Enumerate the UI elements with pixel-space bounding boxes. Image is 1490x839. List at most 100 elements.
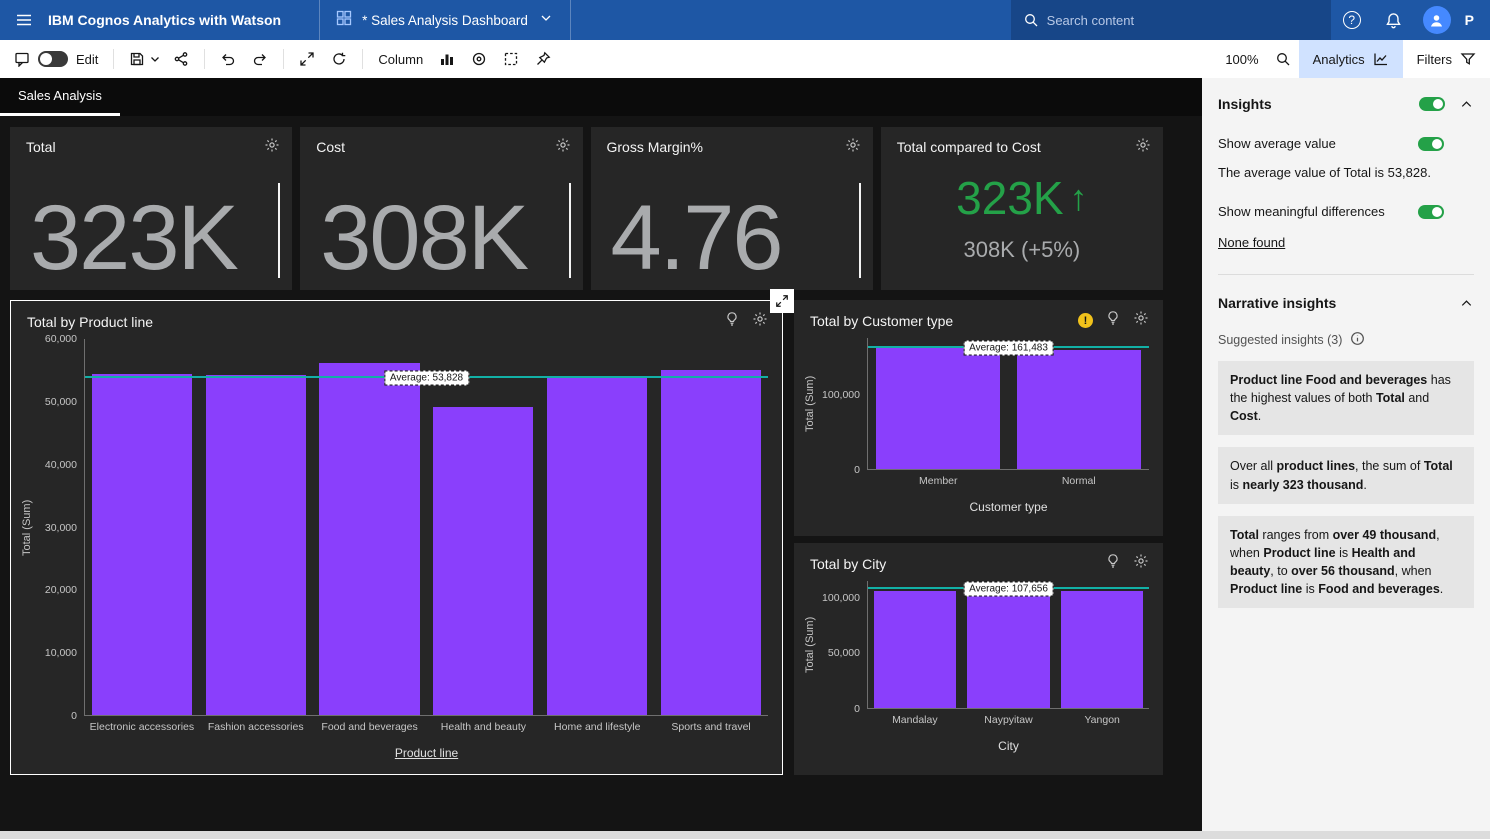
magnifier-icon (1276, 53, 1290, 66)
bar-member[interactable] (876, 346, 1001, 469)
x-axis-tick: Home and lifestyle (554, 721, 641, 733)
hamburger-icon (17, 14, 31, 26)
widget-total-by-city[interactable]: Total by City Total (Sum) 0 50,000 100,000… (794, 543, 1163, 775)
app-title: IBM Cognos Analytics with Watson (48, 12, 282, 28)
bar-slot (85, 339, 199, 715)
bar-electronic-accessories[interactable] (91, 374, 192, 715)
collapse-narrative-chevron-icon[interactable] (1459, 296, 1474, 311)
document-tab[interactable]: * Sales Analysis Dashboard (319, 0, 571, 40)
show-meaningful-toggle[interactable] (1418, 204, 1444, 219)
chart-header: Total by Product line (11, 301, 782, 334)
bar-food-and-beverages[interactable] (319, 363, 420, 715)
edit-mode-toggle[interactable] (38, 51, 68, 67)
bar-normal[interactable] (1016, 350, 1141, 469)
insights-bulb-icon[interactable] (724, 311, 740, 332)
person-icon (1431, 14, 1443, 26)
help-button[interactable]: ? (1331, 0, 1373, 40)
insights-toggle[interactable] (1419, 97, 1445, 111)
widget-settings-icon[interactable] (1133, 310, 1149, 331)
kpi-total-compared-to-cost[interactable]: Total compared to Cost 323K ↑ 308K (+5%) (880, 127, 1163, 290)
filter-funnel-icon (1460, 53, 1476, 65)
kpi-total[interactable]: Total 323K (10, 127, 293, 290)
expand-button[interactable] (291, 43, 323, 75)
profile-initial[interactable]: P (1465, 12, 1474, 28)
bar-slot (868, 581, 962, 708)
document-title: * Sales Analysis Dashboard (362, 12, 528, 28)
bar-home-and-lifestyle[interactable] (547, 377, 648, 715)
bar-naypyitaw[interactable] (967, 585, 1050, 708)
save-menu-chevron[interactable] (145, 43, 165, 75)
widget-total-by-product-line[interactable]: Total by Product line Total (Sum) 0 10,00… (10, 289, 794, 775)
average-value-label: Average: 107,656 (963, 581, 1054, 597)
kpi-value: 308K (320, 187, 529, 289)
bar-slot (962, 581, 1056, 708)
y-axis-tick: 20,000 (44, 584, 77, 597)
insight-card[interactable]: Product line Food and beverages has the … (1218, 361, 1474, 436)
plot-area: Average: 53,828 (85, 339, 768, 716)
bar-mandalay[interactable] (873, 590, 957, 708)
x-axis-tick: Mandalay (892, 714, 938, 726)
plot-area: Average: 107,656 (868, 581, 1149, 709)
kpi-gross-margin[interactable]: Gross Margin% 4.76 (590, 127, 873, 290)
comment-button[interactable] (6, 43, 38, 75)
search-bar[interactable] (1010, 0, 1331, 40)
insights-panel-title: Insights (1218, 96, 1272, 112)
redo-button[interactable] (244, 43, 276, 75)
reset-button[interactable] (323, 43, 355, 75)
show-average-label: Show average value (1218, 136, 1336, 151)
analytics-panel-button[interactable]: Analytics (1298, 40, 1403, 78)
undo-button[interactable] (212, 43, 244, 75)
bell-icon (1386, 12, 1401, 28)
filters-panel-button[interactable]: Filters (1403, 40, 1490, 78)
bar-slot (540, 339, 654, 715)
x-axis-tick: Food and beverages (321, 721, 418, 733)
zoom-button[interactable] (1267, 43, 1299, 75)
share-button[interactable] (165, 43, 197, 75)
user-avatar[interactable] (1422, 6, 1451, 34)
target-icon (473, 52, 486, 66)
bar-fashion-accessories[interactable] (205, 374, 306, 715)
expand-widget-handle[interactable] (770, 289, 794, 313)
tab-sales-analysis[interactable]: Sales Analysis (0, 78, 120, 116)
select-area-button[interactable] (495, 43, 527, 75)
application-window: IBM Cognos Analytics with Watson * Sales… (0, 0, 1490, 839)
horizontal-scrollbar[interactable] (0, 831, 1490, 839)
kpi-row: Total 323K Cost 308K Gross Margin% 4.76 … (10, 127, 1163, 290)
widget-settings-icon[interactable] (752, 311, 768, 332)
widget-settings-icon[interactable] (845, 137, 861, 158)
reset-icon (333, 52, 346, 65)
y-axis-tick: 0 (854, 703, 860, 715)
notifications-button[interactable] (1373, 0, 1415, 40)
info-icon[interactable] (1350, 331, 1365, 349)
x-axis-title[interactable]: Customer type (868, 490, 1149, 516)
kpi-cost[interactable]: Cost 308K (300, 127, 583, 290)
none-found-link[interactable]: None found (1218, 235, 1285, 250)
insights-bulb-icon[interactable] (1105, 310, 1121, 331)
line-chart-icon (1373, 53, 1387, 66)
column-chart-button[interactable] (431, 43, 463, 75)
widget-total-by-customer-type[interactable]: Total by Customer type ! Total (Sum) 0 10… (794, 300, 1163, 536)
collapse-insights-chevron-icon[interactable] (1459, 97, 1474, 112)
insight-card[interactable]: Over all product lines, the sum of Total… (1218, 447, 1474, 504)
bar-yangon[interactable] (1060, 590, 1144, 708)
x-axis-title[interactable]: Product line (85, 736, 768, 762)
widget-settings-icon[interactable] (1135, 137, 1151, 158)
warning-icon[interactable]: ! (1078, 313, 1093, 328)
show-meaningful-label: Show meaningful differences (1218, 204, 1385, 219)
show-average-toggle[interactable] (1418, 136, 1444, 151)
main-menu-button[interactable] (0, 0, 48, 40)
bar-sports-and-travel[interactable] (660, 369, 762, 715)
insights-bulb-icon[interactable] (1105, 553, 1121, 574)
bar-health-and-beauty[interactable] (433, 406, 534, 715)
chevron-down-icon[interactable] (538, 10, 554, 31)
search-input[interactable] (1046, 12, 1319, 28)
insight-card[interactable]: Total ranges from over 49 thousand, when… (1218, 515, 1474, 609)
pin-button[interactable] (527, 43, 559, 75)
widget-settings-icon[interactable] (264, 137, 280, 158)
focus-mode-button[interactable] (463, 43, 495, 75)
widget-settings-icon[interactable] (1133, 553, 1149, 574)
bar-slot (868, 338, 1009, 469)
x-axis-title[interactable]: City (868, 729, 1149, 755)
kpi-title: Cost (316, 139, 346, 155)
widget-settings-icon[interactable] (555, 137, 571, 158)
